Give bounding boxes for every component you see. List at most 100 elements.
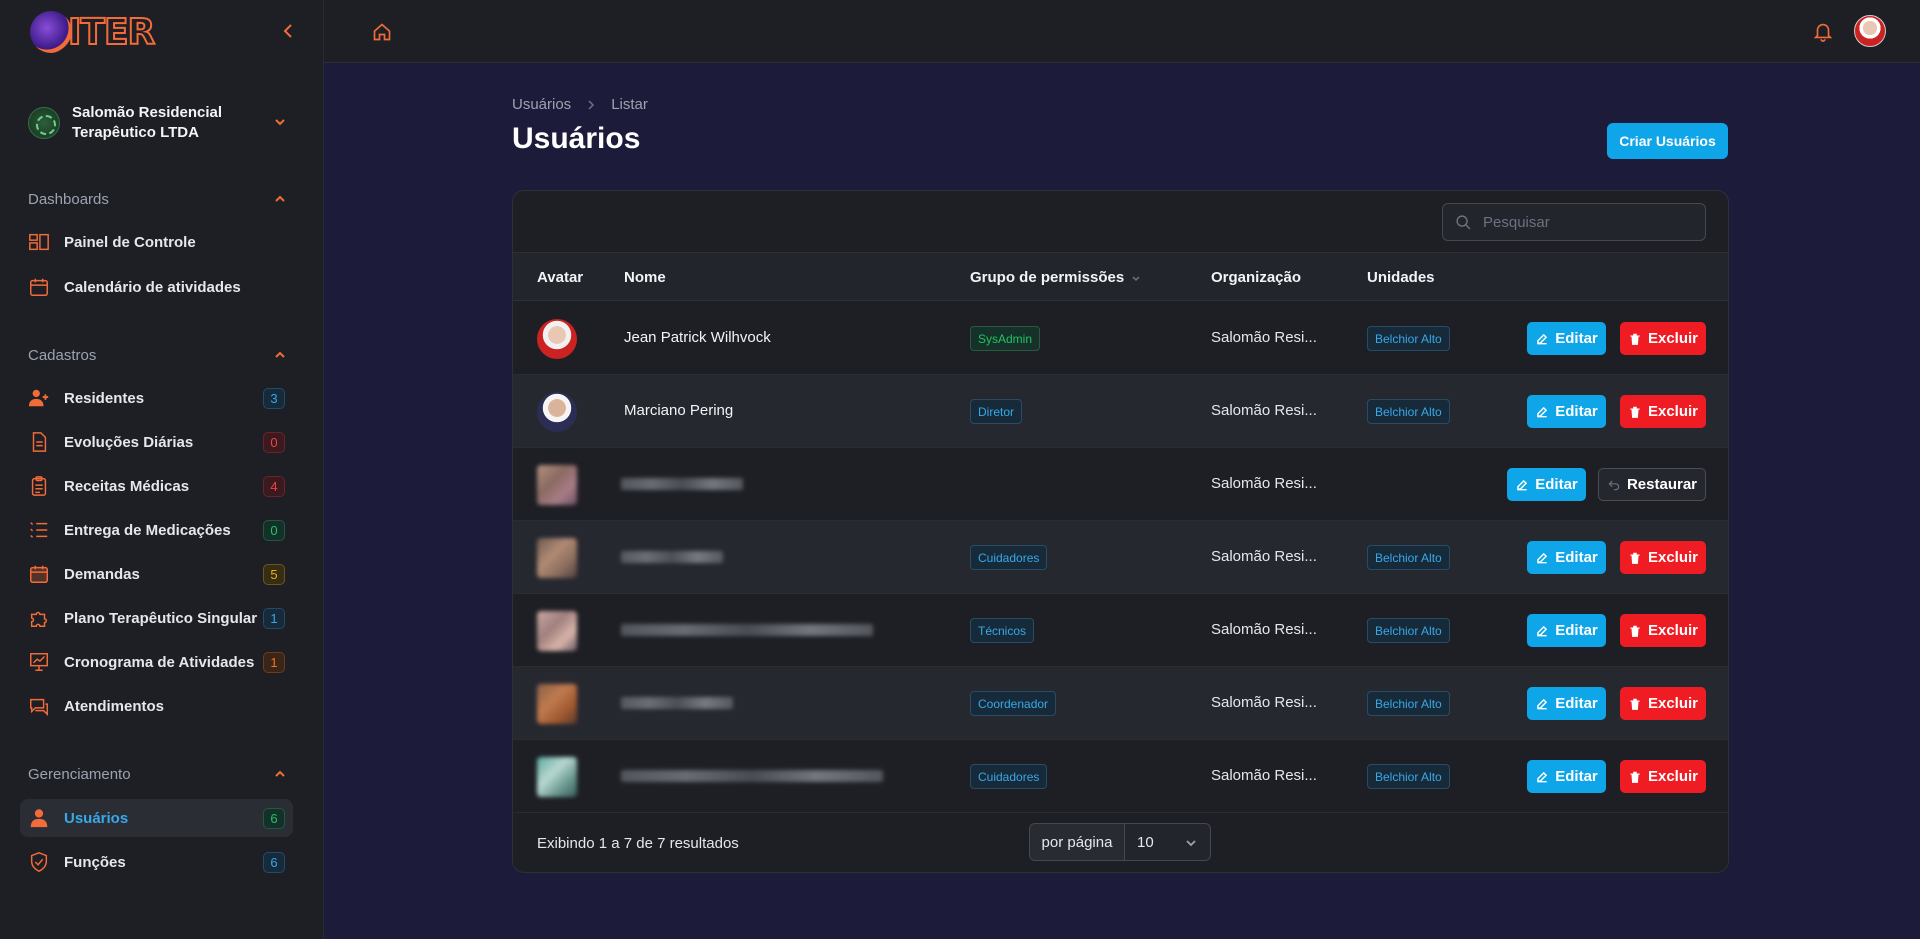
unit-tag: Belchior Alto: [1367, 545, 1450, 570]
permission-group-tag: Diretor: [970, 399, 1023, 424]
delete-label: Excluir: [1647, 403, 1699, 420]
section-dashboards[interactable]: Dashboards: [28, 189, 288, 209]
edit-button[interactable]: Editar: [1527, 541, 1606, 574]
sidebar: ITER Salomão Residencial Terapêutico LTD…: [0, 0, 324, 939]
sidebar-item-entrega-medicacoes[interactable]: Entrega de Medicações 0: [20, 511, 293, 549]
section-gerenciamento[interactable]: Gerenciamento: [28, 764, 288, 784]
clipboard-icon: [28, 475, 50, 497]
column-organizacao[interactable]: Organização: [1211, 269, 1301, 286]
section-title: Dashboards: [28, 190, 109, 208]
sidebar-item-evolucoes[interactable]: Evoluções Diárias 0: [20, 423, 293, 461]
redacted-name: [621, 697, 733, 709]
organization-cell: Salomão Resi...: [1211, 621, 1317, 638]
restore-label: Restaurar: [1626, 476, 1698, 493]
delete-label: Excluir: [1647, 768, 1699, 785]
count-badge: 4: [263, 476, 285, 497]
sidebar-item-label: Painel de Controle: [64, 233, 196, 251]
user-icon: [28, 807, 50, 829]
home-icon[interactable]: [372, 22, 392, 42]
search-input[interactable]: [1483, 213, 1683, 231]
sidebar-item-label: Cronograma de Atividades: [64, 653, 255, 671]
breadcrumb: Usuários Listar: [512, 96, 648, 113]
sidebar-item-label: Atendimentos: [64, 697, 165, 715]
sidebar-item-funcoes[interactable]: Funções 6: [20, 843, 293, 881]
column-nome[interactable]: Nome: [624, 269, 666, 286]
permission-group-tag: Cuidadores: [970, 764, 1048, 789]
delete-button[interactable]: Excluir: [1620, 760, 1706, 793]
per-page-label: por página: [1030, 824, 1125, 860]
edit-button[interactable]: Editar: [1527, 614, 1606, 647]
per-page-select[interactable]: 10: [1125, 824, 1210, 860]
users-table-card: Avatar Nome Grupo de permissões Organiza…: [512, 190, 1729, 873]
sidebar-item-receitas[interactable]: Receitas Médicas 4: [20, 467, 293, 505]
chevron-down-icon: [1186, 840, 1196, 847]
count-badge: 3: [263, 388, 285, 409]
sidebar-item-label: Funções: [64, 853, 126, 871]
delete-button[interactable]: Excluir: [1620, 322, 1706, 355]
sidebar-item-calendario[interactable]: Calendário de atividades: [20, 268, 293, 306]
organization-cell: Salomão Resi...: [1211, 767, 1317, 784]
sidebar-item-plano-terapeutico[interactable]: Plano Terapêutico Singular 1: [20, 599, 293, 637]
presentation-chart-icon: [28, 651, 50, 673]
brand-logo[interactable]: ITER: [30, 10, 156, 54]
section-title: Gerenciamento: [28, 765, 131, 783]
chevron-up-icon: [275, 351, 285, 358]
document-icon: [28, 431, 50, 453]
organization-name: Salomão Residencial Terapêutico LTDA: [72, 104, 223, 141]
unit-tag: Belchior Alto: [1367, 691, 1450, 716]
bell-icon[interactable]: [1812, 20, 1834, 42]
restore-button[interactable]: Restaurar: [1598, 468, 1706, 501]
count-badge: 0: [263, 432, 285, 453]
organization-cell: Salomão Resi...: [1211, 548, 1317, 565]
sidebar-item-residentes[interactable]: Residentes 3: [20, 379, 293, 417]
per-page-control: por página 10: [1029, 823, 1211, 861]
list-icon: [28, 519, 50, 541]
avatar: [537, 684, 577, 724]
sidebar-item-atendimentos[interactable]: Atendimentos: [20, 687, 293, 725]
puzzle-icon: [28, 607, 50, 629]
section-cadastros[interactable]: Cadastros: [28, 345, 288, 365]
delete-label: Excluir: [1647, 330, 1699, 347]
delete-button[interactable]: Excluir: [1620, 687, 1706, 720]
table-row: Cuidadores Salomão Resi... Belchior Alto…: [513, 521, 1728, 594]
count-badge: 1: [263, 652, 285, 673]
edit-icon: [1517, 479, 1528, 490]
create-users-button[interactable]: Criar Usuários: [1607, 123, 1728, 159]
column-avatar: Avatar: [537, 269, 584, 286]
collapse-sidebar-icon[interactable]: [280, 19, 296, 43]
organization-selector[interactable]: Salomão Residencial Terapêutico LTDA: [28, 98, 288, 148]
sidebar-item-demandas[interactable]: Demandas 5: [20, 555, 293, 593]
organization-cell: Salomão Resi...: [1211, 475, 1317, 492]
permission-group-tag: Cuidadores: [970, 545, 1048, 570]
edit-label: Editar: [1555, 768, 1598, 785]
table-row: Coordenador Salomão Resi... Belchior Alt…: [513, 667, 1728, 740]
user-avatar[interactable]: [1854, 15, 1886, 47]
organization-cell: Salomão Resi...: [1211, 402, 1317, 419]
edit-button[interactable]: Editar: [1507, 468, 1586, 501]
search-box: [1442, 203, 1706, 241]
chevron-right-icon: [588, 99, 595, 110]
edit-button[interactable]: Editar: [1527, 395, 1606, 428]
delete-label: Excluir: [1647, 549, 1699, 566]
breadcrumb-usuarios[interactable]: Usuários: [512, 96, 571, 113]
count-badge: 6: [263, 808, 285, 829]
breadcrumb-listar: Listar: [611, 96, 648, 113]
column-grupo-label: Grupo de permissões: [970, 269, 1125, 286]
delete-label: Excluir: [1647, 695, 1699, 712]
delete-button[interactable]: Excluir: [1620, 541, 1706, 574]
delete-button[interactable]: Excluir: [1620, 614, 1706, 647]
organization-cell: Salomão Resi...: [1211, 694, 1317, 711]
table-row: Técnicos Salomão Resi... Belchior Alto E…: [513, 594, 1728, 667]
sidebar-item-usuarios[interactable]: Usuários 6: [20, 799, 293, 837]
sidebar-item-label: Demandas: [64, 565, 140, 583]
edit-button[interactable]: Editar: [1527, 687, 1606, 720]
edit-label: Editar: [1555, 622, 1598, 639]
column-grupo[interactable]: Grupo de permissões: [970, 269, 1142, 286]
avatar: [537, 392, 577, 432]
delete-button[interactable]: Excluir: [1620, 395, 1706, 428]
sidebar-item-cronograma[interactable]: Cronograma de Atividades 1: [20, 643, 293, 681]
permission-group-tag: Coordenador: [970, 691, 1057, 716]
edit-button[interactable]: Editar: [1527, 760, 1606, 793]
edit-button[interactable]: Editar: [1527, 322, 1606, 355]
sidebar-item-painel-de-controle[interactable]: Painel de Controle: [20, 223, 293, 261]
